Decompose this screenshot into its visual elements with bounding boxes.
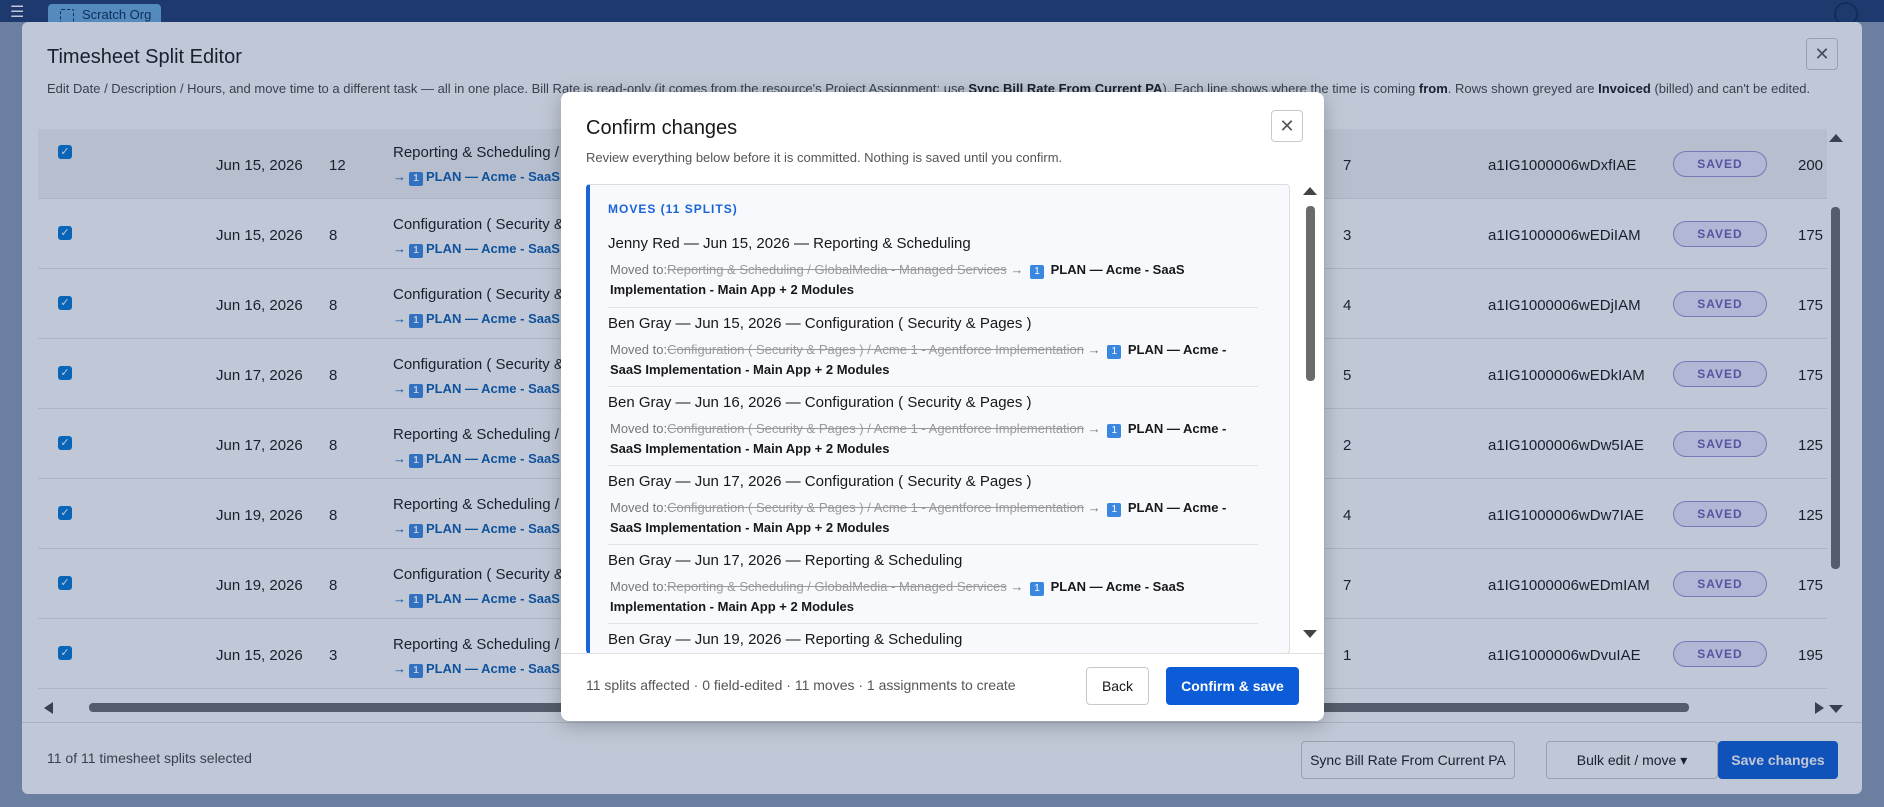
move-to-cont: SaaS Implementation - Main App + 2 Modul… — [610, 362, 890, 377]
move-separator — [608, 623, 1258, 624]
move-to-cont: Implementation - Main App + 2 Modules — [610, 282, 855, 297]
move-title: Ben Gray — Jun 16, 2026 — Configuration … — [608, 394, 1032, 411]
move-to: PLAN — Acme - SaaS — [1050, 262, 1185, 277]
number-one-icon: 1 — [1107, 503, 1122, 517]
move-title: Ben Gray — Jun 15, 2026 — Configuration … — [608, 315, 1032, 332]
move-detail: Moved to:Configuration ( Security & Page… — [610, 500, 1227, 535]
move-detail: Moved to:Configuration ( Security & Page… — [610, 421, 1227, 456]
move-separator — [608, 544, 1258, 545]
number-one-icon: 1 — [1107, 424, 1122, 438]
move-detail: Moved to:Reporting & Scheduling / Global… — [610, 579, 1185, 614]
number-one-icon: 1 — [1107, 345, 1122, 359]
moves-scrollbar[interactable] — [1303, 184, 1317, 649]
move-detail: Moved to:Configuration ( Security & Page… — [610, 342, 1227, 377]
move-to: PLAN — Acme - — [1127, 421, 1227, 436]
move-from: Reporting & Scheduling / GlobalMedia - M… — [667, 262, 1007, 277]
move-from: Reporting & Scheduling / GlobalMedia - M… — [667, 579, 1007, 594]
scroll-thumb[interactable] — [1306, 206, 1315, 381]
move-item: Jenny Red — Jun 15, 2026 — Reporting & S… — [608, 235, 1258, 300]
move-from: Configuration ( Security & Pages ) / Acm… — [667, 500, 1085, 515]
dialog-title: Confirm changes — [586, 117, 738, 139]
move-item: Ben Gray — Jun 19, 2026 — Reporting & Sc… — [608, 631, 1258, 648]
move-detail: Moved to:Reporting & Scheduling / Global… — [610, 262, 1185, 297]
moves-panel: MOVES (11 SPLITS) Jenny Red — Jun 15, 20… — [586, 184, 1290, 654]
move-title: Jenny Red — Jun 15, 2026 — Reporting & S… — [608, 235, 971, 252]
scroll-up-icon[interactable] — [1303, 187, 1317, 195]
move-title: Ben Gray — Jun 17, 2026 — Reporting & Sc… — [608, 552, 963, 569]
close-icon: ✕ — [1279, 116, 1295, 136]
change-summary: 11 splits affected · 0 field-edited · 11… — [586, 677, 1016, 693]
dialog-close-button[interactable]: ✕ — [1271, 110, 1303, 142]
back-button[interactable]: Back — [1086, 667, 1149, 705]
move-item: Ben Gray — Jun 16, 2026 — Configuration … — [608, 394, 1258, 459]
move-from: Configuration ( Security & Pages ) / Acm… — [667, 421, 1085, 436]
move-item: Ben Gray — Jun 17, 2026 — Configuration … — [608, 473, 1258, 538]
move-title: Ben Gray — Jun 17, 2026 — Configuration … — [608, 473, 1032, 490]
move-to: PLAN — Acme - — [1127, 500, 1227, 515]
scroll-down-icon[interactable] — [1303, 630, 1317, 638]
confirm-save-button[interactable]: Confirm & save — [1166, 667, 1299, 705]
confirm-changes-dialog: Confirm changes ✕ Review everything belo… — [561, 92, 1324, 721]
move-to-cont: SaaS Implementation - Main App + 2 Modul… — [610, 441, 890, 456]
move-item: Ben Gray — Jun 17, 2026 — Reporting & Sc… — [608, 552, 1258, 617]
number-one-icon: 1 — [1029, 265, 1044, 279]
move-separator — [608, 307, 1258, 308]
move-separator — [608, 465, 1258, 466]
move-to: PLAN — Acme - SaaS — [1050, 579, 1185, 594]
move-to: PLAN — Acme - — [1127, 342, 1227, 357]
move-item: Ben Gray — Jun 15, 2026 — Configuration … — [608, 315, 1258, 380]
moves-heading: MOVES (11 SPLITS) — [608, 202, 738, 216]
number-one-icon: 1 — [1029, 582, 1044, 596]
move-to-cont: Implementation - Main App + 2 Modules — [610, 599, 855, 614]
move-title: Ben Gray — Jun 19, 2026 — Reporting & Sc… — [608, 631, 963, 648]
move-from: Configuration ( Security & Pages ) / Acm… — [667, 342, 1085, 357]
move-separator — [608, 386, 1258, 387]
move-to-cont: SaaS Implementation - Main App + 2 Modul… — [610, 520, 890, 535]
dialog-subtitle: Review everything below before it is com… — [586, 150, 1063, 165]
dialog-footer-divider — [561, 653, 1324, 654]
